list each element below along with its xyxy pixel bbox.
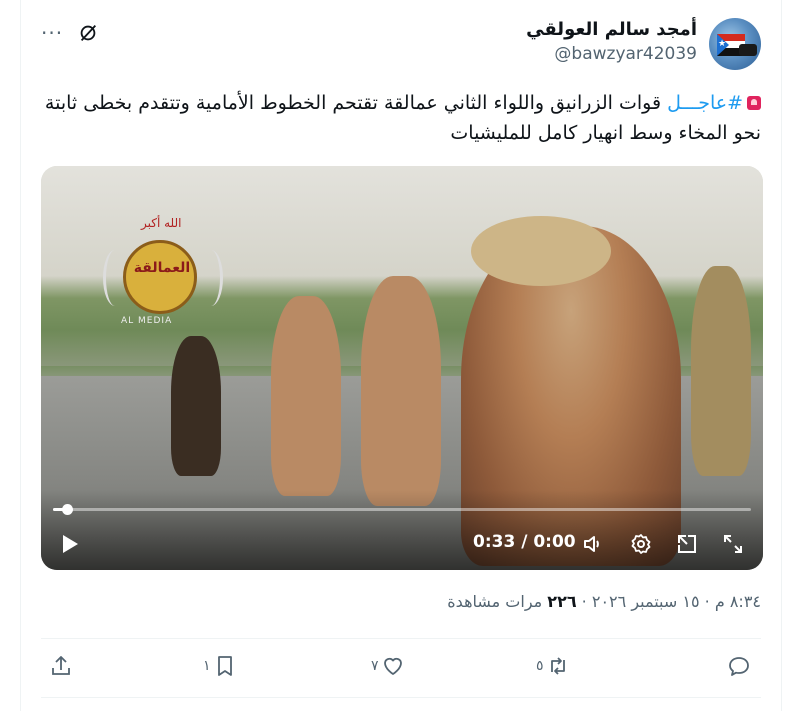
play-icon[interactable] — [61, 534, 79, 554]
meta-separator: · — [576, 592, 592, 611]
retweet-count: ٥ — [536, 658, 544, 674]
logo-text-bottom: AL MEDIA — [121, 316, 173, 326]
tweet-header: ★ أمجد سالم العولقي @bawzyar42039 ··· — [41, 14, 761, 74]
grok-slash-icon[interactable] — [77, 22, 99, 44]
reply-icon — [729, 657, 749, 676]
avatar-detail — [739, 44, 757, 56]
heart-icon — [383, 657, 402, 675]
video-progress-handle[interactable] — [61, 504, 73, 515]
logo-text-main: العمالقة — [133, 260, 191, 276]
header-icons: ··· — [41, 22, 99, 44]
volume-icon[interactable] — [581, 532, 605, 556]
video-watermark-logo: الله أكبر العمالقة AL MEDIA — [103, 210, 223, 330]
bookmark-count: ١ — [203, 658, 211, 674]
bookmark-icon — [217, 656, 232, 676]
fullscreen-icon[interactable] — [721, 532, 745, 556]
tweet-date[interactable]: ١٥ سبتمبر ٢٠٢٦ — [592, 592, 700, 611]
author-names: أمجد سالم العولقي @bawzyar42039 — [526, 18, 697, 66]
video-progress-bar[interactable] — [53, 504, 751, 515]
bookmark-button[interactable]: ١ — [203, 654, 237, 678]
more-options-icon[interactable]: ··· — [41, 23, 63, 43]
like-count: ٧ — [371, 658, 379, 674]
avatar[interactable]: ★ — [709, 18, 761, 70]
picture-in-picture-icon[interactable] — [675, 532, 699, 556]
meta-separator: · — [699, 592, 715, 611]
settings-icon[interactable] — [629, 532, 653, 556]
tweet-text: #عاجـــل قوات الزرانيق واللواء الثاني عم… — [41, 88, 761, 148]
retweet-icon — [550, 657, 565, 675]
share-icon — [52, 656, 70, 675]
divider — [41, 638, 761, 639]
video-player[interactable]: الله أكبر العمالقة AL MEDIA 0:33 / 0:00 — [41, 166, 763, 570]
tweet-time[interactable]: ٨:٣٤ م — [715, 592, 761, 611]
video-turban — [471, 216, 611, 286]
reply-button[interactable] — [727, 654, 753, 678]
logo-text-top: الله أكبر — [141, 216, 182, 230]
video-figure — [361, 276, 441, 506]
retweet-button[interactable]: ٥ — [536, 654, 570, 678]
video-figure — [691, 266, 751, 476]
logo-emblem — [123, 240, 197, 314]
tweet-meta: ٨:٣٤ م · ١٥ سبتمبر ٢٠٢٦ · ٢٢٦ مرات مشاهد… — [447, 592, 761, 611]
tweet-card: ★ أمجد سالم العولقي @bawzyar42039 ··· #ع… — [20, 0, 782, 711]
views-label: مرات مشاهدة — [447, 592, 548, 611]
divider — [41, 697, 761, 698]
video-figure — [271, 296, 341, 496]
views-count: ٢٢٦ — [547, 592, 577, 611]
author-handle[interactable]: @bawzyar42039 — [526, 42, 697, 66]
hashtag-link[interactable]: #عاجـــل — [667, 92, 743, 114]
tweet-body: قوات الزرانيق واللواء الثاني عمالقة تقتح… — [44, 92, 761, 144]
like-button[interactable]: ٧ — [371, 654, 405, 678]
tweet-actions: ٥ ٧ ١ — [41, 648, 761, 688]
video-controls: 0:33 / 0:00 — [41, 490, 763, 570]
video-time: 0:33 / 0:00 — [473, 532, 576, 552]
logo-wing-right — [199, 250, 223, 306]
star-icon: ★ — [718, 39, 727, 49]
alarm-emoji-icon — [747, 96, 761, 110]
author-display-name[interactable]: أمجد سالم العولقي — [526, 18, 697, 42]
video-figure — [171, 336, 221, 476]
share-button[interactable] — [49, 654, 75, 678]
